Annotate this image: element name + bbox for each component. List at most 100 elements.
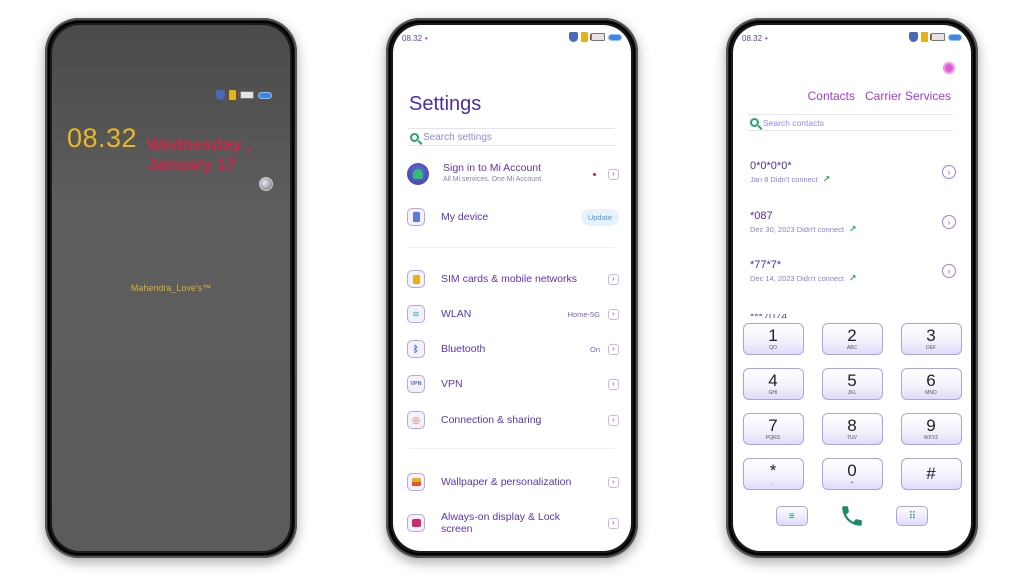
keypad-toggle-button[interactable]: ⠿ <box>896 506 929 526</box>
dial-key-letters: JKL <box>847 390 857 396</box>
search-icon <box>410 132 419 142</box>
dial-key[interactable]: 2 ABC <box>821 323 883 355</box>
notification-dot <box>593 172 596 176</box>
dial-key[interactable]: 6 MNO <box>900 368 962 400</box>
dial-key-digit: 1 <box>768 326 778 345</box>
battery-icon <box>608 33 622 41</box>
search-input[interactable]: Search settings <box>408 128 615 146</box>
call-number: *087 <box>750 210 773 222</box>
call-meta: Dec 30, 2023 Didn't connect <box>750 225 844 234</box>
dial-key-digit: 2 <box>847 326 857 345</box>
settings-item-lock[interactable]: Always-on display & Lock screen › <box>407 509 619 537</box>
battery-icon <box>948 33 962 41</box>
call-log-item[interactable]: *77*7* Dec 14, 2023 Didn't connect ↗ › <box>750 259 956 287</box>
dial-key-digit: 6 <box>926 371 936 390</box>
globe-icon[interactable] <box>259 177 273 191</box>
settings-item-label: WLAN <box>441 308 472 320</box>
menu-icon: ≡ <box>788 510 795 522</box>
call-button[interactable] <box>837 501 867 531</box>
device-icon <box>407 208 425 226</box>
gear-icon[interactable] <box>943 62 955 74</box>
chevron-right-icon: › <box>608 343 619 355</box>
chevron-right-icon: › <box>608 476 619 488</box>
outgoing-arrow-icon: ↗ <box>822 174 831 184</box>
bluetooth-icon: ᛒ <box>407 340 425 358</box>
chevron-right-icon: › <box>608 273 619 285</box>
settings-item-value: On <box>589 344 600 354</box>
outgoing-arrow-icon: ↗ <box>849 273 857 283</box>
dial-key-letters: DEF <box>926 345 936 351</box>
shield-icon <box>569 32 578 42</box>
settings-item-vpn[interactable]: VPN VPN › <box>407 370 619 398</box>
connection-sharing-icon: ◎ <box>407 411 425 429</box>
search-contacts-input[interactable]: Search contacts <box>748 114 953 131</box>
call-meta: Dec 14, 2023 Didn't connect <box>750 274 844 283</box>
dial-key-letters: GHI <box>768 390 778 396</box>
menu-button[interactable]: ≡ <box>775 506 808 526</box>
chevron-right-icon[interactable]: › <box>942 215 956 229</box>
settings-item-label: Connection & sharing <box>441 414 542 426</box>
dial-key-digit: 7 <box>768 416 778 435</box>
lock-screen[interactable]: 08.32 Wednesday , January 17 Mahendra_Lo… <box>52 25 290 551</box>
tab-contacts[interactable]: Contacts <box>808 89 855 103</box>
chevron-right-icon: › <box>608 168 619 180</box>
mi-account-row[interactable]: Sign in to Mi Account All Mi services. O… <box>407 160 619 188</box>
dial-key[interactable]: 0 + <box>821 458 883 490</box>
dial-key[interactable]: 3 DEF <box>900 323 962 355</box>
dial-key[interactable]: 8 TUV <box>821 413 883 445</box>
search-placeholder: Search contacts <box>763 117 824 128</box>
dial-key[interactable]: 1 QO <box>742 323 804 355</box>
shield-icon <box>216 90 225 100</box>
settings-item-bluetooth[interactable]: ᛒ Bluetooth On › <box>407 335 619 363</box>
update-badge[interactable]: Update <box>580 208 619 226</box>
dial-key[interactable]: 9 WXYZ <box>900 413 962 445</box>
sim-card-icon <box>921 32 931 42</box>
dial-key[interactable]: *, <box>742 458 804 490</box>
dial-key[interactable]: 7 PQRS <box>742 413 804 445</box>
dial-key-letters: ABC <box>846 345 858 351</box>
sim-card-icon <box>407 270 425 288</box>
settings-item-sim[interactable]: SIM cards & mobile networks › <box>407 265 619 293</box>
phone-lock-screen: 08.32 Wednesday , January 17 Mahendra_Lo… <box>45 18 297 558</box>
shield-icon <box>909 32 918 42</box>
settings-screen: 08.32 • Settings Search settings Sign in … <box>393 25 631 551</box>
status-bar: 08.32 • <box>402 31 622 43</box>
chevron-right-icon[interactable]: › <box>942 165 956 179</box>
dial-key-digit: 8 <box>847 416 857 435</box>
dialpad-icon: ⠿ <box>908 510 916 522</box>
chevron-right-icon[interactable]: › <box>942 264 956 278</box>
dial-key-letters: + <box>850 480 854 486</box>
dial-key-letters: TUV <box>847 435 857 441</box>
status-icons <box>216 90 272 100</box>
dialer-actions: ≡ ⠿ <box>743 501 961 531</box>
dial-key-letters: PQRS <box>765 435 781 441</box>
call-number: 0*0*0*0* <box>750 160 792 172</box>
call-log-item[interactable]: 0*0*0*0* Jan 8 Didn't connect ↗ › <box>750 160 956 188</box>
settings-item-label: VPN <box>441 378 463 390</box>
phone-settings: 08.32 • Settings Search settings Sign in … <box>386 18 638 558</box>
tab-carrier-services[interactable]: Carrier Services <box>865 89 951 103</box>
avatar-icon <box>407 163 429 185</box>
dial-key[interactable]: 4 GHI <box>742 368 804 400</box>
settings-item-value: Home-5G <box>567 309 600 319</box>
dial-key-letters: , <box>772 480 774 486</box>
settings-item-wallpaper[interactable]: Wallpaper & personalization › <box>407 468 619 496</box>
dial-key-digit: 3 <box>926 326 936 345</box>
owner-text: Mahendra_Love's™ <box>130 283 212 293</box>
dial-key[interactable]: 5 JKL <box>821 368 883 400</box>
settings-item-connection[interactable]: ◎ Connection & sharing › <box>407 406 619 434</box>
wifi-icon: ≋ <box>407 305 425 323</box>
dial-key-letters: WXYZ <box>923 435 939 441</box>
vpn-icon: VPN <box>407 375 425 393</box>
dial-key-digit: 4 <box>768 371 778 390</box>
call-log-item[interactable]: *087 Dec 30, 2023 Didn't connect ↗ › <box>750 210 956 238</box>
chevron-right-icon: › <box>608 414 619 426</box>
sim-card-icon <box>229 90 239 100</box>
dial-key-digit: # <box>926 464 936 483</box>
dial-key[interactable]: # <box>900 458 962 490</box>
sim-card-icon <box>581 32 591 42</box>
settings-item-wlan[interactable]: ≋ WLAN Home-5G › <box>407 300 619 328</box>
phone-dialer: 08.32 • Contacts Carrier Services Search … <box>726 18 978 558</box>
dialer-screen: 08.32 • Contacts Carrier Services Search … <box>733 25 971 551</box>
my-device-row[interactable]: My device Update <box>407 203 619 231</box>
